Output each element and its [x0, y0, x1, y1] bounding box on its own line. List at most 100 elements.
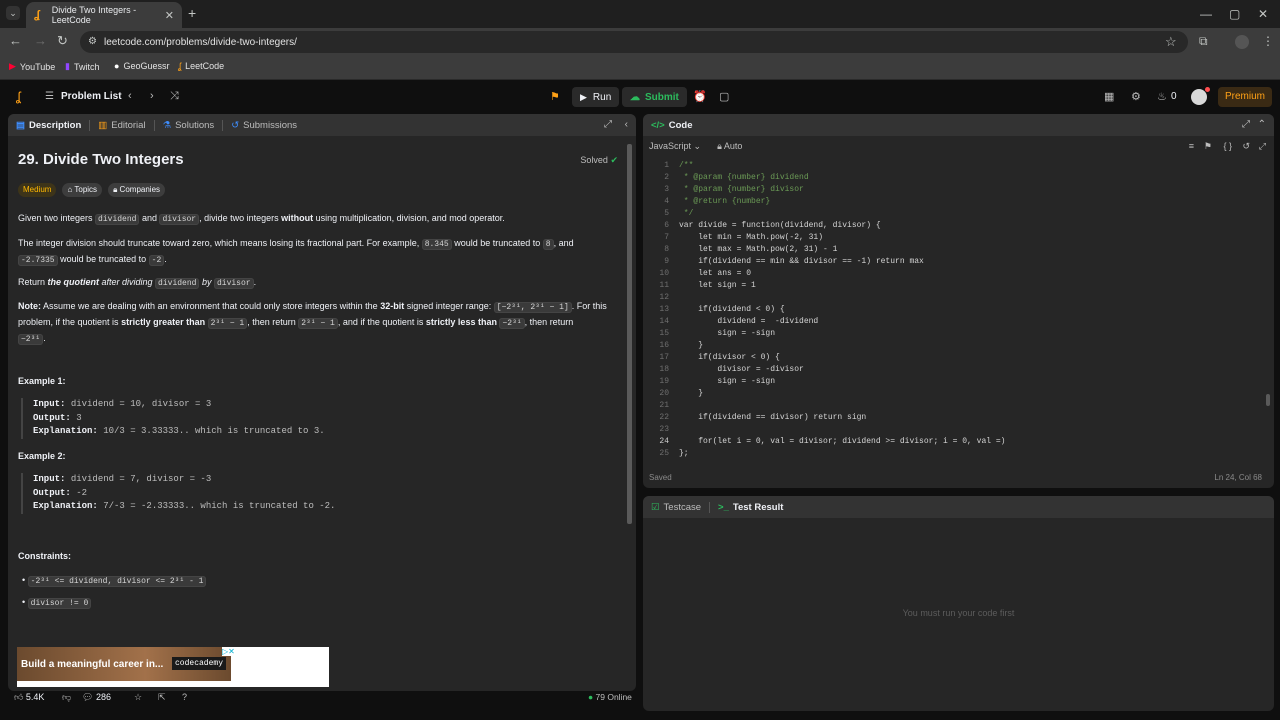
- code-line: if(dividend < 0) {: [679, 305, 785, 314]
- reload-icon[interactable]: ↻: [57, 33, 68, 49]
- fullscreen-icon[interactable]: ⤢: [1259, 141, 1266, 152]
- code-line: let max = Math.pow(2, 31) - 1: [679, 245, 838, 254]
- extensions-icon[interactable]: ⧉: [1199, 34, 1208, 49]
- expand-icon[interactable]: ⤢: [1242, 119, 1250, 130]
- line-number: 8: [664, 245, 669, 254]
- prev-problem-icon[interactable]: ‹: [128, 90, 132, 102]
- tab-code[interactable]: </> Code: [643, 114, 701, 136]
- bookmark-star-icon[interactable]: ☆: [1165, 34, 1177, 50]
- difficulty-badge[interactable]: Medium: [18, 183, 57, 197]
- online-count: ● 79 Online: [588, 692, 632, 702]
- ad-close-icon[interactable]: ▷✕: [222, 647, 235, 656]
- code-line: * @return {number}: [679, 197, 771, 206]
- tab-search-icon[interactable]: ⌄: [6, 6, 20, 20]
- editor-toolbar: JavaScript ⌄ 🔒︎ Auto ≡ ⚑ { } ↺ ⤢: [643, 136, 1274, 156]
- tab-test-result[interactable]: >_ Test Result: [710, 496, 791, 518]
- bookmark-twitch[interactable]: ▮ Twitch: [65, 61, 99, 72]
- reset-icon[interactable]: ↺: [1242, 141, 1250, 152]
- like-button[interactable]: 👍︎ 5.4K: [14, 692, 44, 703]
- line-number: 9: [664, 257, 669, 266]
- companies-tag[interactable]: 🔒︎ Companies: [108, 183, 166, 197]
- streak-fire-icon[interactable]: ♨: [1157, 90, 1167, 103]
- code-line: for(let i = 0, val = divisor; dividend >…: [679, 437, 1006, 446]
- collapse-icon[interactable]: ‹: [625, 119, 628, 130]
- back-icon[interactable]: ←: [9, 33, 22, 49]
- format-icon[interactable]: ≡: [1189, 141, 1194, 151]
- bookmark-youtube[interactable]: ▶ YouTube: [9, 61, 55, 72]
- menu-icon[interactable]: ⋮: [1262, 34, 1274, 48]
- line-number: 1: [664, 161, 669, 170]
- help-icon[interactable]: ?: [182, 692, 187, 702]
- code-line: };: [679, 449, 689, 458]
- code-editor[interactable]: 1 /** 2 * @param {number} dividend 3 * @par…: [643, 158, 1271, 458]
- submit-button[interactable]: ☁ Submit: [622, 87, 687, 107]
- expand-icon[interactable]: ⤢: [604, 119, 612, 130]
- line-number: 11: [659, 281, 669, 290]
- url-text: leetcode.com/problems/divide-two-integer…: [104, 36, 297, 48]
- tab-solutions[interactable]: ⚗ Solutions: [155, 114, 223, 136]
- code-line: if(dividend == divisor) return sign: [679, 413, 867, 422]
- code-line: sign = -sign: [679, 377, 776, 386]
- terminal-icon: >_: [718, 501, 729, 513]
- share-icon[interactable]: ⇱: [158, 692, 166, 703]
- close-window-icon[interactable]: ✕: [1258, 7, 1268, 21]
- timer-icon[interactable]: ⏰: [693, 90, 707, 103]
- cursor-position: Ln 24, Col 68: [1214, 473, 1262, 482]
- comments-button[interactable]: 💬︎ 286: [82, 692, 111, 703]
- bookmark-leetcode[interactable]: ʆ LeetCode: [178, 61, 224, 71]
- close-tab-icon[interactable]: ✕: [165, 9, 174, 22]
- bookmark-icon[interactable]: ⚑: [1204, 141, 1212, 152]
- debug-icon[interactable]: ⚑: [550, 90, 560, 103]
- new-tab-icon[interactable]: +: [188, 6, 196, 20]
- site-info-icon[interactable]: ⚙: [88, 36, 97, 47]
- layout-icon[interactable]: ▦: [1104, 90, 1114, 103]
- description-scrollbar[interactable]: [627, 144, 632, 524]
- run-button[interactable]: ▶ Run: [572, 87, 620, 107]
- tab-description[interactable]: ▤ Description: [8, 114, 89, 136]
- bookmark-geoguessr[interactable]: ● GeoGuessr: [114, 61, 169, 71]
- shuffle-icon[interactable]: ⤨: [170, 90, 179, 103]
- next-problem-icon[interactable]: ›: [150, 90, 154, 102]
- settings-gear-icon[interactable]: ⚙: [1131, 90, 1141, 103]
- history-icon: ↺: [231, 119, 240, 131]
- code-line: let ans = 0: [679, 269, 752, 278]
- browser-tab[interactable]: ʆ Divide Two Integers - LeetCode ✕: [26, 2, 182, 28]
- page-title: 29. Divide Two Integers: [18, 151, 184, 168]
- tab-editorial[interactable]: ▥ Editorial: [90, 114, 153, 136]
- code-line: * @param {number} divisor: [679, 185, 804, 194]
- forward-icon[interactable]: →: [34, 33, 47, 49]
- leetcode-logo-icon[interactable]: ʆ: [16, 89, 21, 104]
- topics-tag[interactable]: ⌂ Topics: [62, 183, 103, 197]
- ad-banner[interactable]: Build a meaningful career in... codecade…: [17, 647, 329, 687]
- line-number: 14: [659, 317, 669, 326]
- code-icon: </>: [651, 119, 665, 131]
- collapse-icon[interactable]: ⌃: [1258, 119, 1266, 130]
- description-footer: 👍︎ 5.4K 👎︎ 💬︎ 286 ☆ ⇱ ? ● 79 Online: [8, 689, 636, 711]
- code-line: var divide = function(dividend, divisor)…: [679, 221, 881, 230]
- line-number: 3: [664, 185, 669, 194]
- profile-icon[interactable]: [1235, 35, 1249, 49]
- premium-button[interactable]: Premium: [1218, 87, 1272, 107]
- language-select[interactable]: JavaScript ⌄: [649, 141, 701, 152]
- maximize-icon[interactable]: ▢: [1229, 7, 1240, 21]
- line-number: 18: [659, 365, 669, 374]
- tab-submissions[interactable]: ↺ Submissions: [223, 114, 305, 136]
- tab-testcase[interactable]: ☑ Testcase: [643, 496, 709, 518]
- line-number: 4: [664, 197, 669, 206]
- code-line: if(dividend == min && divisor == -1) ret…: [679, 257, 924, 266]
- notes-icon[interactable]: ▢: [719, 90, 729, 103]
- code-header: </> Code ⤢ ⌃: [643, 114, 1274, 136]
- paragraph-1: Given two integers dividend and divisor,…: [18, 213, 505, 225]
- avatar[interactable]: [1191, 89, 1207, 105]
- line-number: 7: [664, 233, 669, 242]
- url-bar[interactable]: ⚙ leetcode.com/problems/divide-two-integ…: [80, 31, 1188, 53]
- auto-mode-toggle[interactable]: 🔒︎ Auto: [717, 141, 742, 152]
- minimize-icon[interactable]: —: [1200, 7, 1212, 21]
- braces-icon[interactable]: { }: [1223, 141, 1232, 151]
- example-1-title: Example 1:: [18, 376, 66, 386]
- favorite-star-icon[interactable]: ☆: [134, 692, 142, 703]
- problem-list-button[interactable]: ☰ Problem List: [45, 91, 122, 102]
- line-number: 12: [659, 293, 669, 302]
- editor-scrollbar[interactable]: [1266, 394, 1270, 406]
- dislike-icon[interactable]: 👎︎: [62, 692, 71, 703]
